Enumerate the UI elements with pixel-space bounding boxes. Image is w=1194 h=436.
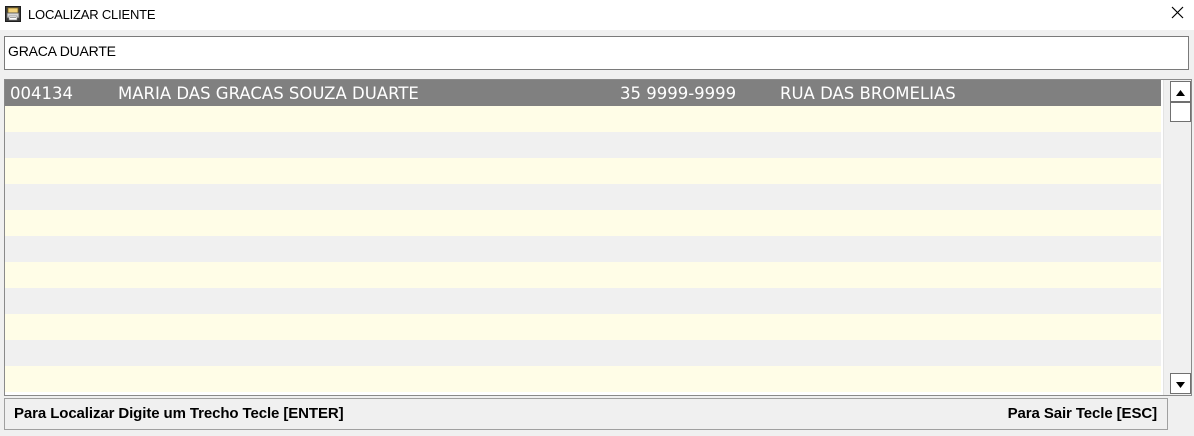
table-row[interactable] (5, 132, 1161, 158)
table-row[interactable] (5, 340, 1161, 366)
window-title: LOCALIZAR CLIENTE (28, 7, 156, 22)
results-list: 004134 MARIA DAS GRACAS SOUZA DUARTE 35 99… (5, 80, 1161, 395)
table-row[interactable] (5, 210, 1161, 236)
scroll-up-button[interactable] (1170, 81, 1191, 102)
table-row[interactable] (5, 262, 1161, 288)
table-row[interactable] (5, 184, 1161, 210)
search-field[interactable] (4, 36, 1189, 70)
table-row-selected[interactable]: 004134 MARIA DAS GRACAS SOUZA DUARTE 35 99… (5, 80, 1161, 106)
printer-app-icon (5, 6, 21, 22)
table-row[interactable] (5, 288, 1161, 314)
cell-address: RUA DAS BROMELIAS (780, 84, 956, 103)
arrow-down-icon (1176, 375, 1185, 393)
table-row[interactable] (5, 314, 1161, 340)
cell-name: MARIA DAS GRACAS SOUZA DUARTE (118, 84, 419, 103)
close-icon (1171, 6, 1184, 24)
esc-hint: Para Sair Tecle [ESC] (1007, 405, 1157, 422)
results-grid[interactable]: 004134 MARIA DAS GRACAS SOUZA DUARTE 35 99… (4, 79, 1192, 396)
cell-code: 004134 (10, 84, 73, 103)
table-row[interactable] (5, 106, 1161, 132)
scroll-down-button[interactable] (1170, 373, 1191, 394)
enter-hint: Para Localizar Digite um Trecho Tecle [E… (14, 405, 344, 422)
table-row[interactable] (5, 366, 1161, 392)
table-row[interactable] (5, 158, 1161, 184)
status-bar: Para Localizar Digite um Trecho Tecle [E… (4, 398, 1168, 430)
search-input[interactable] (8, 40, 1178, 62)
close-button[interactable] (1160, 0, 1194, 30)
cell-phone: 35 9999-9999 (620, 84, 737, 103)
arrow-up-icon (1176, 83, 1185, 101)
vertical-scrollbar[interactable] (1163, 80, 1191, 395)
title-bar: LOCALIZAR CLIENTE (0, 0, 1194, 30)
table-row[interactable] (5, 236, 1161, 262)
scroll-thumb[interactable] (1170, 102, 1191, 122)
